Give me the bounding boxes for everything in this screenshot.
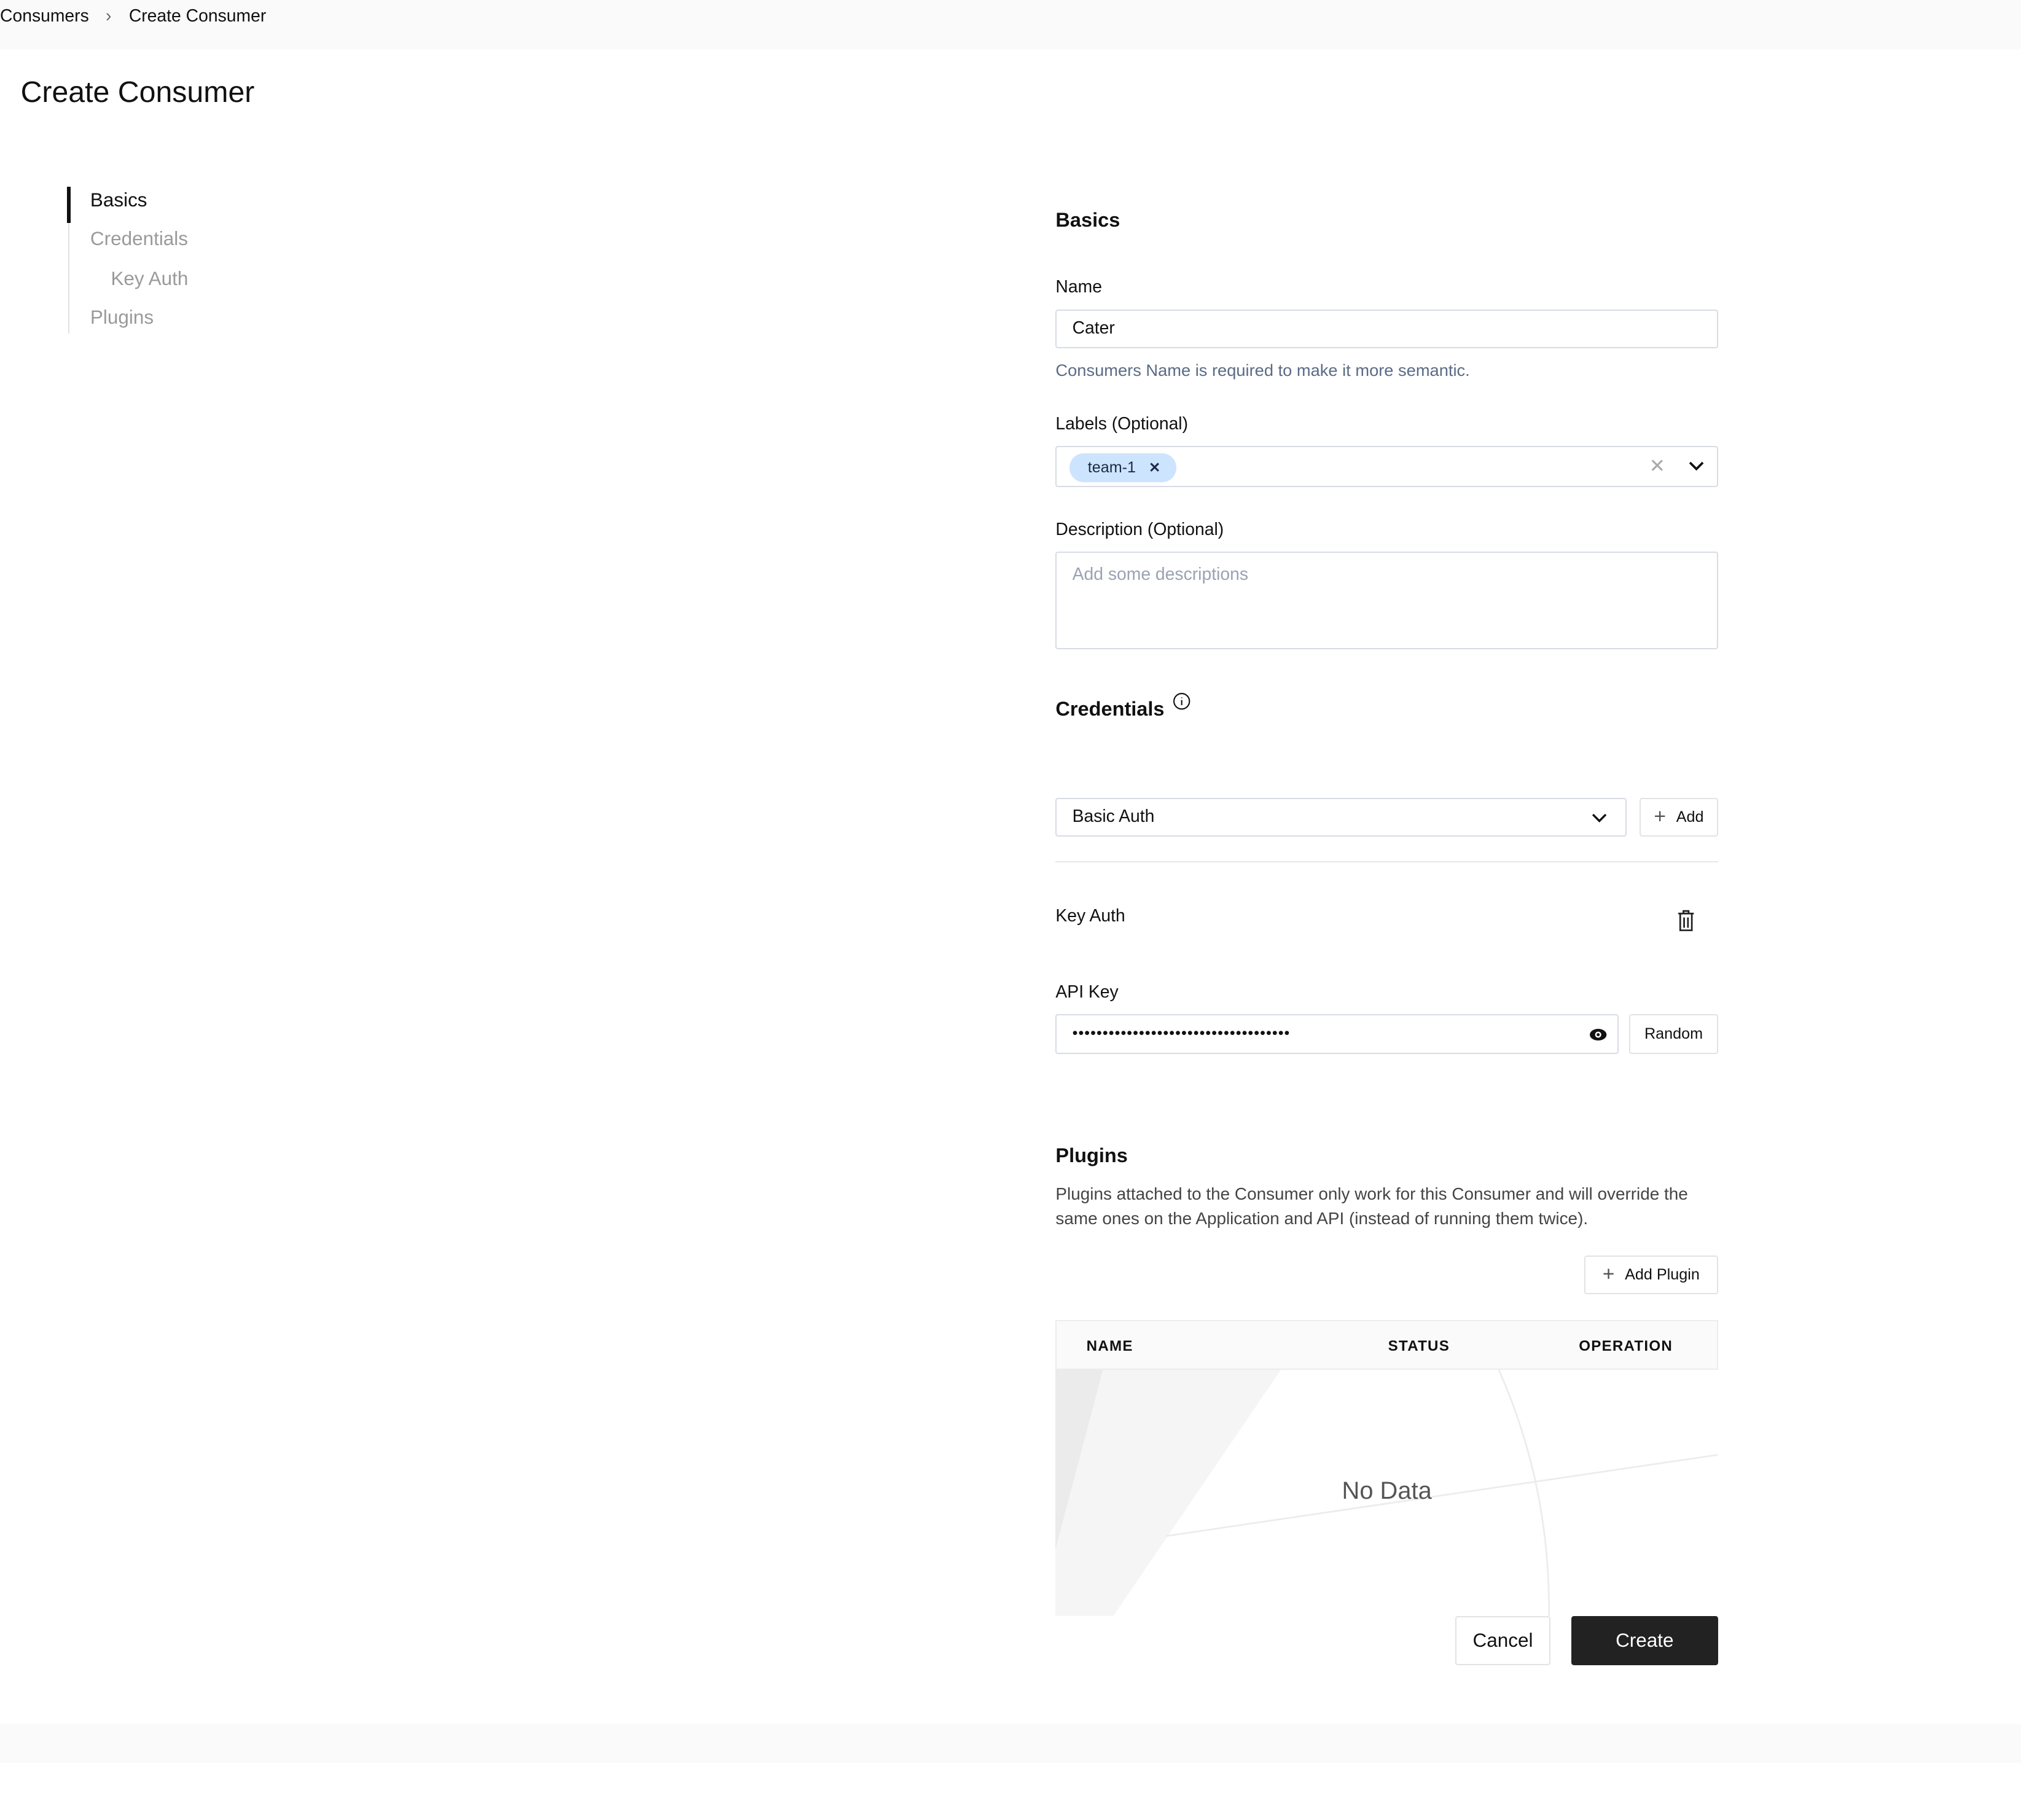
page-title: Create Consumer [20,75,255,109]
labels-label: Labels (Optional) [1055,413,1189,434]
create-button[interactable]: Create [1571,1616,1718,1665]
plus-icon: + [1654,805,1666,829]
api-key-label: API Key [1055,982,1119,1002]
name-input[interactable]: Cater [1055,309,1718,348]
add-credential-button[interactable]: + Add [1639,797,1718,837]
info-circle-icon[interactable] [1173,692,1190,710]
description-textarea[interactable]: Add some descriptions [1055,552,1718,650]
plugins-description: Plugins attached to the Consumer only wo… [1055,1184,1688,1228]
basics-heading: Basics [1055,208,1120,231]
side-nav-plugins[interactable]: Plugins [90,307,154,329]
chevron-down-icon [1592,813,1607,822]
labels-select[interactable]: team-1 ✕ ✕ [1055,445,1718,488]
api-key-input[interactable]: •••••••••••••••••••••••••••••••••••• [1055,1014,1619,1055]
plugins-table: NAME STATUS OPERATION No Data [1055,1319,1718,1617]
eye-icon[interactable] [1589,1028,1607,1041]
description-label: Description (Optional) [1055,519,1224,539]
label-tag: team-1 ✕ [1069,453,1176,482]
side-nav-active-indicator [67,187,71,223]
key-auth-title: Key Auth [1055,906,1125,926]
credential-type-select[interactable]: Basic Auth [1055,797,1627,837]
footer-bar [0,1724,2021,1763]
cancel-button[interactable]: Cancel [1455,1616,1551,1665]
name-help-text: Consumers Name is required to make it mo… [1055,361,1470,380]
trash-icon[interactable] [1677,910,1695,932]
clear-icon[interactable]: ✕ [1649,455,1665,477]
credentials-heading: Credentials [1055,692,1718,721]
label-tag-text: team-1 [1087,459,1136,477]
column-operation: OPERATION [1579,1337,1673,1354]
side-nav-key-auth[interactable]: Key Auth [111,268,188,290]
side-nav-basics[interactable]: Basics [90,189,147,211]
divider [1055,861,1718,862]
chevron-down-icon[interactable] [1689,461,1704,472]
breadcrumb: Consumers › Create Consumer [0,0,2021,49]
side-nav-credentials[interactable]: Credentials [90,228,188,250]
name-label: Name [1055,277,1102,297]
column-name: NAME [1086,1337,1133,1354]
plugins-heading: Plugins [1055,1144,1128,1167]
column-status: STATUS [1388,1337,1450,1354]
random-button[interactable]: Random [1629,1014,1718,1055]
add-plugin-button[interactable]: + Add Plugin [1584,1255,1718,1294]
empty-text: No Data [1342,1477,1432,1504]
table-header: NAME STATUS OPERATION [1055,1319,1718,1370]
tag-remove-icon[interactable]: ✕ [1149,459,1160,476]
breadcrumb-consumers-link[interactable]: Consumers [0,6,89,26]
breadcrumb-separator: › [106,6,112,26]
breadcrumb-current: Create Consumer [128,6,267,26]
plus-icon: + [1602,1263,1615,1286]
